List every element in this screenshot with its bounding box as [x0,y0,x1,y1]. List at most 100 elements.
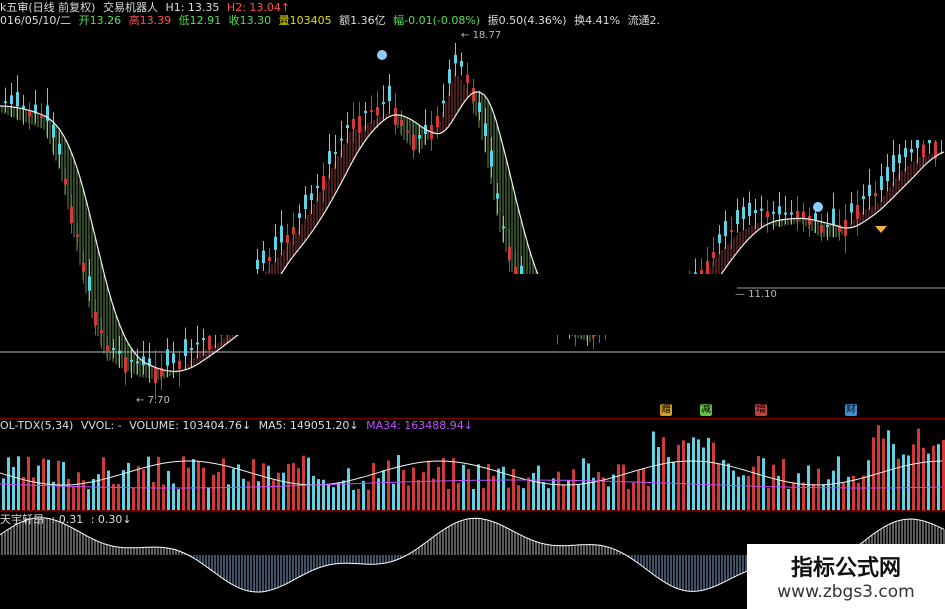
volume-bar [132,487,135,510]
volume-bar [352,489,355,510]
volume-bar [447,488,450,510]
candle-body [304,194,307,209]
volume-bar [817,468,820,510]
candle-body [856,205,859,219]
candle-body [790,212,793,215]
volume-bar [517,485,520,510]
signal-marker [377,50,387,60]
chart-title-row: k五审(日线 前复权) 交易机器人 H1: 13.35 H2: 13.04↑ [0,1,294,14]
date-value: 016/05/10/二 [0,14,72,27]
volume-bar [832,470,835,510]
volume-bar [857,482,860,510]
candle-body [130,359,133,362]
candle-body [904,148,907,157]
indicator-name: 交易机器人 [102,1,158,14]
candle-body [898,154,901,163]
volume-bar [127,462,130,510]
watermark-title: 指标公式网 [790,556,901,581]
float-value: 流通2. [627,14,661,27]
volume-bar [772,464,775,510]
event-tag-increase[interactable]: 增 [755,404,767,416]
candle-body [268,257,271,262]
volume-bar [287,463,290,510]
quote-info-row: 016/05/10/二 开13.26 高13.39 低12.91 收13.30 … [0,14,664,27]
volume-bar [462,464,465,510]
candle-body [322,176,325,190]
volume-bar [867,460,870,510]
event-tag-reduce[interactable]: 减 [700,404,712,416]
candle-body [754,210,757,213]
volume-bar [227,484,230,510]
volume-bar [97,474,100,510]
volume-bar [387,460,390,510]
candle-body [724,220,727,236]
volume-current: VOLUME: 103404.76↓ [129,419,252,432]
volume-bar [417,479,420,510]
volume-bar [362,480,365,510]
volume-panel[interactable]: OL-TDX(5,34) VVOL: - VOLUME: 103404.76↓ … [0,418,945,510]
candle-body [94,312,97,326]
candle-body [184,339,187,356]
volume-bar [327,483,330,510]
volume-bar [577,484,580,510]
volume-bar [107,470,110,510]
volume-bar [7,457,10,510]
level-price-value: 11.10 [748,289,777,300]
candle-body [874,193,877,197]
candle-body [436,116,439,128]
volume-bar [757,456,760,510]
volume-bar [252,459,255,510]
price-chart-panel[interactable]: k五审(日线 前复权) 交易机器人 H1: 13.35 H2: 13.04↑ 0… [0,0,945,418]
candle-body [460,60,463,67]
high-value: 高13.39 [128,14,172,27]
candle-body [10,95,13,104]
candle-body [886,167,889,181]
vvol-value: VVOL: - [80,419,122,432]
high-price-value: 18.77 [472,30,502,41]
candle-body [712,252,715,259]
volume-bar [497,468,500,510]
volume-bar [332,487,335,510]
volume-bar [617,464,620,510]
volume-bar [182,456,185,510]
candle-body [736,210,739,224]
volume-bar [317,479,320,510]
candle-body [328,151,331,164]
volume-bar [212,474,215,510]
ma34-value: MA34: 163488.94↓ [366,419,473,432]
volume-bar [487,464,490,510]
volume-bar [732,470,735,510]
volume-bar [632,482,635,510]
h2-value: H2: 13.04↑ [226,1,291,14]
volume-bar [402,470,405,510]
volume-bar [297,468,300,510]
volume-bar [882,438,885,510]
candle-body [40,116,43,119]
candle-body [346,125,349,128]
candle-body [730,230,733,232]
candle-body [484,123,487,136]
volume-bar [357,489,360,510]
volume-bar [877,425,880,510]
candle-body [16,92,19,107]
candle-body [820,225,823,233]
candle-body [376,107,379,116]
candle-body [196,342,199,345]
volume-bar [697,439,700,510]
volume-bar [2,478,5,510]
candle-body [202,337,205,340]
volume-bar [477,464,480,510]
candle-body [106,345,109,351]
candle-body [334,151,337,154]
volume-bar [412,467,415,510]
candle-body [100,330,103,334]
candle-body [766,211,769,218]
candle-body [364,110,367,113]
event-tag-gift[interactable]: 赠 [660,404,672,416]
candle-body [4,101,7,104]
volume-bar [102,457,105,510]
event-tag-finance[interactable]: 财 [845,404,857,416]
candle-body [112,347,115,350]
volume-bar [892,444,895,510]
volume-bar [312,475,315,510]
